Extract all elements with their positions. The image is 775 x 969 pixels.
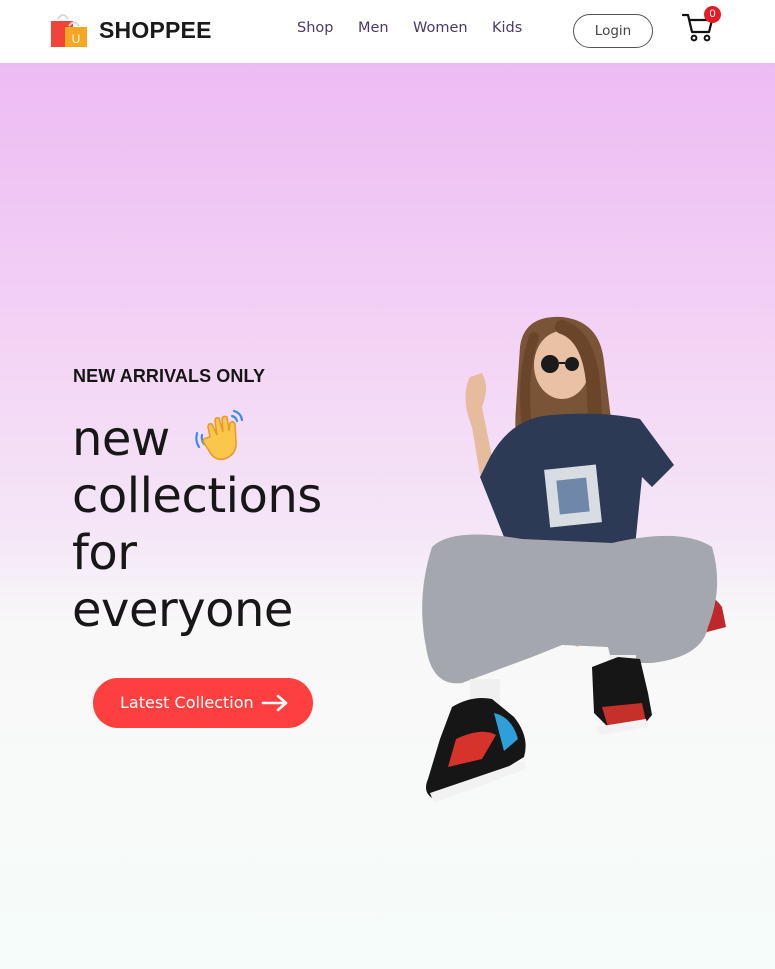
navbar: U SHOPPEE Shop Men Women Kids Login 0	[0, 0, 775, 63]
cart-count-badge: 0	[704, 6, 721, 23]
hero-eyebrow: NEW ARRIVALS ONLY	[73, 366, 266, 386]
logo-letter: U	[72, 32, 81, 46]
cart-button[interactable]: 0	[681, 6, 722, 44]
nav-link-kids[interactable]: Kids	[492, 20, 522, 36]
brand-logo[interactable]: U SHOPPEE	[50, 12, 240, 52]
nav-link-shop[interactable]: Shop	[297, 20, 333, 36]
arrow-right-icon	[261, 694, 288, 712]
headline-word-new: new	[72, 411, 170, 467]
headline-line-4: everyone	[72, 582, 293, 638]
hero-section: NEW ARRIVALS ONLY new collections for ev…	[0, 63, 775, 969]
login-button[interactable]: Login	[573, 14, 653, 48]
headline-line-1: new	[72, 409, 392, 468]
nav-link-women[interactable]: Women	[413, 20, 468, 36]
model-photo	[422, 316, 726, 803]
hero-headline: new collections for everyone	[72, 409, 392, 639]
headline-line-3: for	[72, 525, 137, 581]
waving-hand-icon	[194, 409, 243, 461]
headline-line-2: collections	[72, 468, 322, 524]
nav-link-men[interactable]: Men	[358, 20, 389, 36]
cta-label: Latest Collection	[120, 693, 254, 712]
latest-collection-button[interactable]: Latest Collection	[93, 678, 313, 728]
brand-name: SHOPPEE	[99, 17, 212, 43]
shopping-bags-icon: U	[51, 14, 87, 47]
